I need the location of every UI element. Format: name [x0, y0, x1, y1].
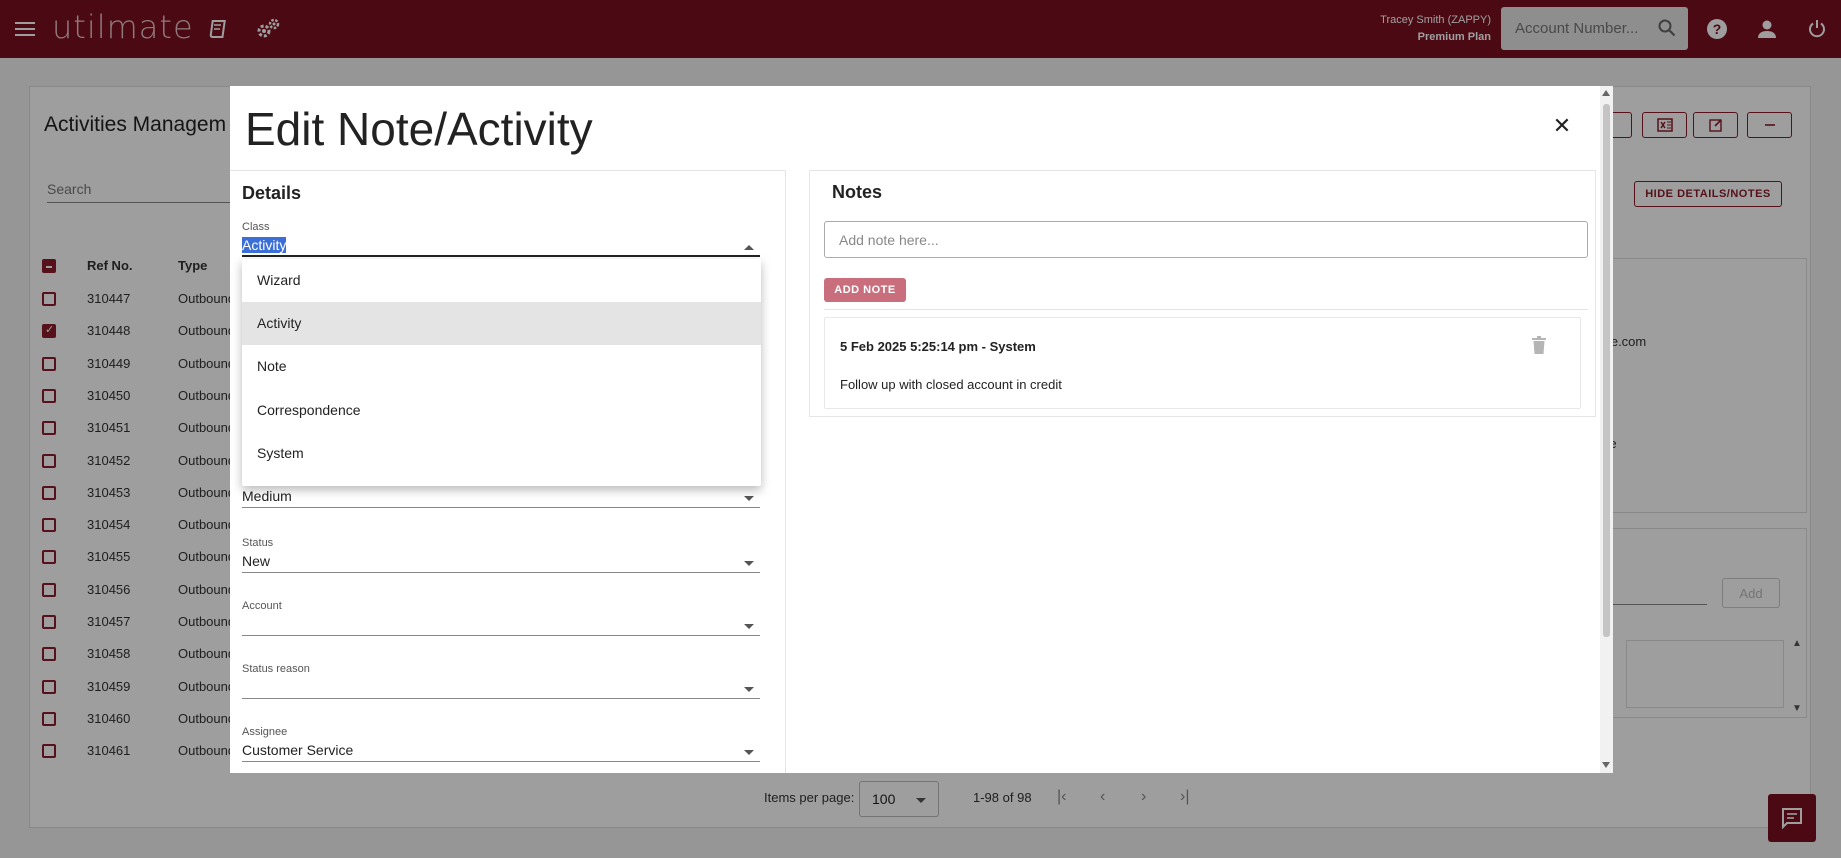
class-option-system[interactable]: System — [242, 432, 761, 475]
chevron-down-icon — [744, 624, 754, 629]
note-meta: 5 Feb 2025 5:25:14 pm - System — [840, 339, 1036, 354]
class-option-wizard[interactable]: Wizard — [242, 259, 761, 302]
assignee-select[interactable]: Assignee Customer Service — [242, 726, 760, 762]
dialog-scrollbar[interactable] — [1600, 86, 1613, 773]
chevron-down-icon — [744, 687, 754, 692]
status-reason-label: Status reason — [242, 663, 310, 675]
details-heading: Details — [242, 183, 302, 203]
status-value: New — [242, 553, 271, 569]
status-select[interactable]: Status New — [242, 537, 760, 573]
scrollbar-thumb[interactable] — [1603, 104, 1610, 637]
note-text: Follow up with closed account in credit — [840, 377, 1062, 392]
class-option-note[interactable]: Note — [242, 345, 761, 388]
class-select[interactable]: Class Activity — [242, 221, 760, 257]
notes-heading: Notes — [832, 182, 883, 202]
priority-value: Medium — [242, 488, 292, 504]
close-icon[interactable]: ✕ — [1550, 113, 1574, 138]
status-reason-select[interactable]: Status reason — [242, 663, 760, 699]
class-dropdown-menu: Wizard Activity Note Correspondence Syst… — [242, 259, 761, 486]
note-entry: 5 Feb 2025 5:25:14 pm - System Follow up… — [824, 317, 1581, 409]
chevron-up-icon — [744, 245, 754, 250]
assignee-label: Assignee — [242, 726, 288, 738]
account-label: Account — [242, 600, 282, 612]
class-label: Class — [242, 221, 270, 233]
edit-note-activity-dialog: Edit Note/Activity ✕ Details Class Activ… — [230, 86, 1613, 773]
scroll-down-icon[interactable] — [1602, 762, 1610, 768]
add-note-button[interactable]: ADD NOTE — [824, 278, 906, 302]
chevron-down-icon — [744, 561, 754, 566]
class-value: Activity — [242, 237, 287, 253]
class-option-correspondence[interactable]: Correspondence — [242, 389, 761, 432]
delete-note-icon[interactable] — [1532, 336, 1546, 359]
dialog-title: Edit Note/Activity — [245, 103, 593, 155]
assignee-value: Customer Service — [242, 742, 354, 758]
chevron-down-icon — [744, 496, 754, 501]
status-label: Status — [242, 537, 274, 549]
account-select[interactable]: Account — [242, 600, 760, 636]
scroll-up-icon[interactable] — [1602, 90, 1610, 96]
add-note-input[interactable]: Add note here... — [824, 221, 1588, 258]
divider — [824, 309, 1588, 310]
priority-select[interactable]: Medium — [242, 484, 760, 508]
chevron-down-icon — [744, 750, 754, 755]
class-option-activity[interactable]: Activity — [242, 302, 761, 345]
